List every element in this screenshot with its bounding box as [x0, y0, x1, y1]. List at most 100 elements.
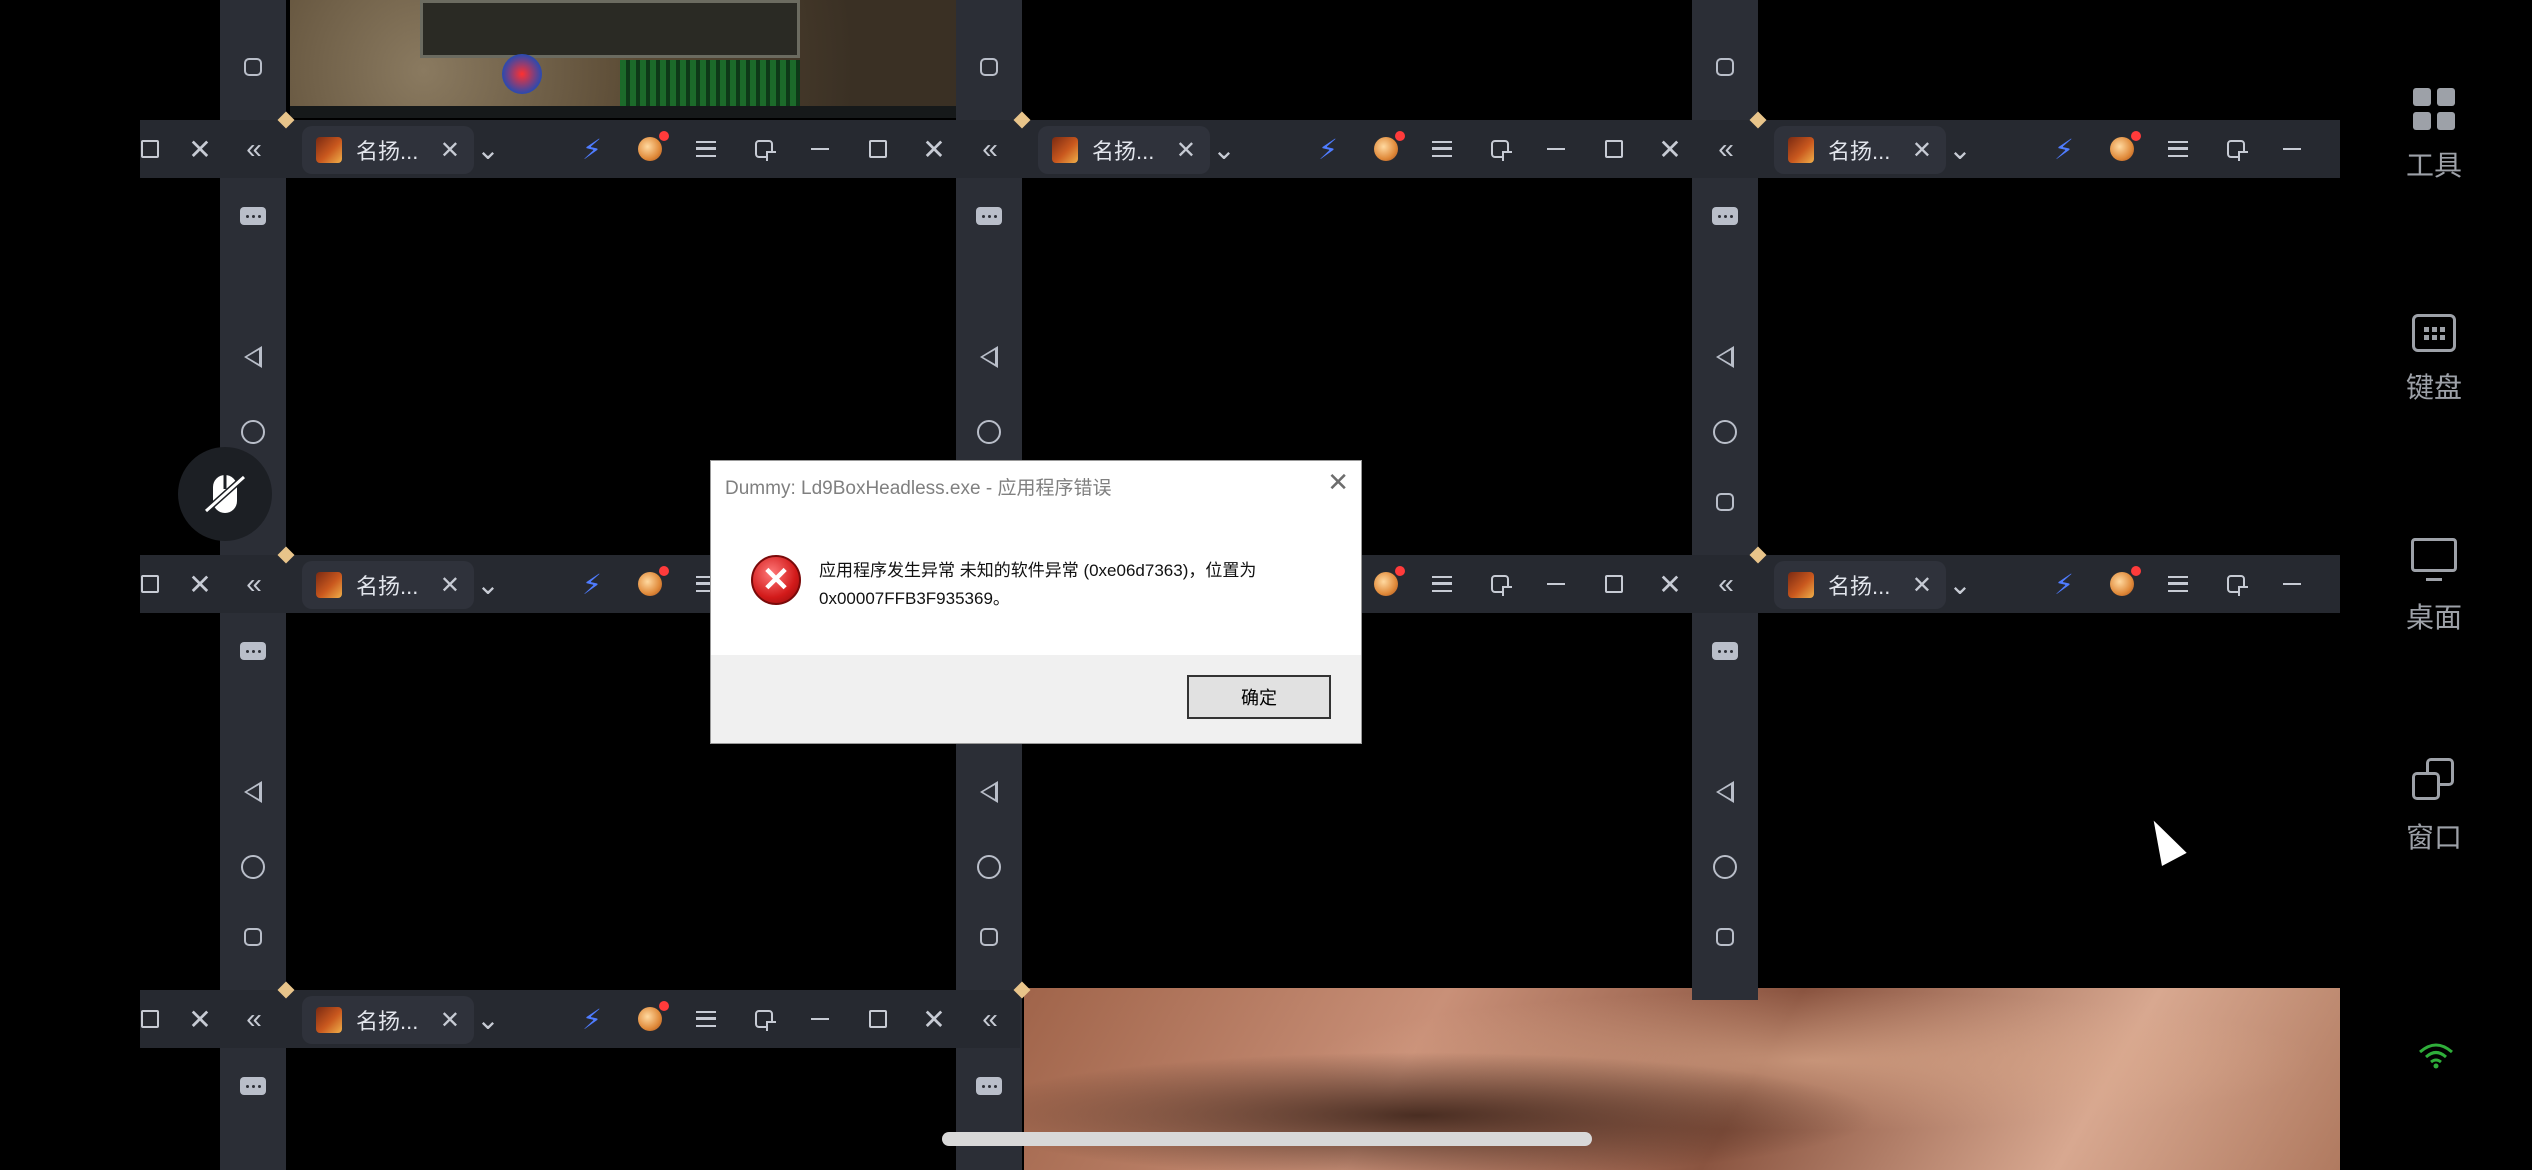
tab-close-icon[interactable]: ✕	[1912, 136, 1932, 165]
minimize-button[interactable]	[2272, 555, 2312, 613]
maximize-button[interactable]	[1594, 120, 1634, 178]
collapse-button[interactable]: «	[970, 120, 1010, 178]
collapse-button[interactable]: «	[234, 120, 274, 178]
minimize-button[interactable]	[800, 990, 840, 1048]
dialog-close-button[interactable]: ✕	[1327, 467, 1349, 498]
boost-button[interactable]: ⚡	[572, 555, 612, 613]
window-button-partial[interactable]	[130, 120, 170, 178]
home-button[interactable]	[241, 855, 265, 879]
home-button[interactable]	[1713, 420, 1737, 444]
menu-button[interactable]	[686, 120, 726, 178]
tab-instance[interactable]: 名扬... ✕	[1774, 561, 1946, 609]
recents-button[interactable]	[1716, 58, 1734, 76]
popout-button[interactable]	[2216, 555, 2256, 613]
back-button[interactable]	[244, 781, 262, 803]
boost-button[interactable]: ⚡	[1308, 120, 1348, 178]
recents-button[interactable]	[1716, 493, 1734, 511]
collapse-button[interactable]: «	[970, 990, 1010, 1048]
close-button[interactable]: ✕	[180, 990, 220, 1048]
menu-button[interactable]	[1422, 120, 1462, 178]
recents-button[interactable]	[244, 58, 262, 76]
more-button[interactable]	[240, 207, 266, 225]
tab-close-icon[interactable]: ✕	[1912, 571, 1932, 600]
recents-button[interactable]	[1716, 928, 1734, 946]
menu-button[interactable]	[1422, 555, 1462, 613]
boost-button[interactable]: ⚡	[2044, 120, 2084, 178]
more-button[interactable]	[240, 642, 266, 660]
back-button[interactable]	[1716, 346, 1734, 368]
maximize-button[interactable]	[1594, 555, 1634, 613]
popout-button[interactable]	[1480, 120, 1520, 178]
window-button-partial[interactable]	[130, 555, 170, 613]
maximize-button[interactable]	[858, 120, 898, 178]
tab-close-icon[interactable]: ✕	[440, 571, 460, 600]
tab-close-icon[interactable]: ✕	[440, 1006, 460, 1035]
tab-dropdown[interactable]: ⌄	[1940, 555, 1980, 613]
popout-button[interactable]	[1480, 555, 1520, 613]
recents-button[interactable]	[244, 928, 262, 946]
more-button[interactable]	[1712, 207, 1738, 225]
tab-dropdown[interactable]: ⌄	[1940, 120, 1980, 178]
collapse-button[interactable]: «	[234, 555, 274, 613]
boost-button[interactable]: ⚡	[2044, 555, 2084, 613]
notify-button[interactable]	[2102, 555, 2142, 613]
desktop-button[interactable]: 桌面	[2380, 538, 2488, 636]
close-button[interactable]: ✕	[180, 555, 220, 613]
tools-button[interactable]: 工具	[2380, 88, 2488, 184]
more-button[interactable]	[240, 1077, 266, 1095]
tab-dropdown[interactable]: ⌄	[1204, 120, 1244, 178]
back-button[interactable]	[980, 781, 998, 803]
notify-button[interactable]	[1366, 120, 1406, 178]
home-button[interactable]	[977, 855, 1001, 879]
tab-dropdown[interactable]: ⌄	[468, 990, 508, 1048]
back-button[interactable]	[244, 346, 262, 368]
window-button-partial[interactable]	[130, 990, 170, 1048]
minimize-button[interactable]	[2272, 120, 2312, 178]
popout-button[interactable]	[744, 990, 784, 1048]
back-button[interactable]	[1716, 781, 1734, 803]
more-button[interactable]	[976, 1077, 1002, 1095]
tab-instance[interactable]: 名扬... ✕	[302, 561, 474, 609]
minimize-button[interactable]	[800, 120, 840, 178]
notify-button[interactable]	[2102, 120, 2142, 178]
boost-button[interactable]: ⚡	[572, 120, 612, 178]
collapse-button[interactable]: «	[1706, 555, 1746, 613]
minimize-button[interactable]	[1536, 120, 1576, 178]
recents-button[interactable]	[980, 58, 998, 76]
windows-button[interactable]: 窗口	[2380, 758, 2488, 856]
notify-button[interactable]	[630, 555, 670, 613]
tab-instance[interactable]: 名扬... ✕	[1774, 126, 1946, 174]
close-button[interactable]: ✕	[1650, 555, 1690, 613]
home-button[interactable]	[241, 420, 265, 444]
recents-button[interactable]	[980, 928, 998, 946]
notify-button[interactable]	[630, 120, 670, 178]
collapse-button[interactable]: «	[234, 990, 274, 1048]
notify-button[interactable]	[630, 990, 670, 1048]
maximize-button[interactable]	[858, 990, 898, 1048]
boost-button[interactable]: ⚡	[572, 990, 612, 1048]
more-button[interactable]	[1712, 642, 1738, 660]
menu-button[interactable]	[686, 990, 726, 1048]
popout-button[interactable]	[744, 120, 784, 178]
tab-instance[interactable]: 名扬... ✕	[1038, 126, 1210, 174]
close-button[interactable]: ✕	[180, 120, 220, 178]
close-button[interactable]: ✕	[914, 990, 954, 1048]
home-button[interactable]	[977, 420, 1001, 444]
mouse-mode-button[interactable]	[178, 447, 272, 541]
popout-button[interactable]	[2216, 120, 2256, 178]
tab-close-icon[interactable]: ✕	[1176, 136, 1196, 165]
notify-button[interactable]	[1366, 555, 1406, 613]
close-button[interactable]: ✕	[1650, 120, 1690, 178]
menu-button[interactable]	[2158, 555, 2198, 613]
tab-instance[interactable]: 名扬... ✕	[302, 126, 474, 174]
minimize-button[interactable]	[1536, 555, 1576, 613]
menu-button[interactable]	[2158, 120, 2198, 178]
tab-dropdown[interactable]: ⌄	[468, 555, 508, 613]
close-button[interactable]: ✕	[914, 120, 954, 178]
tab-dropdown[interactable]: ⌄	[468, 120, 508, 178]
home-indicator[interactable]	[942, 1132, 1592, 1146]
home-button[interactable]	[1713, 855, 1737, 879]
tab-instance[interactable]: 名扬... ✕	[302, 996, 474, 1044]
tab-close-icon[interactable]: ✕	[440, 136, 460, 165]
ok-button[interactable]: 确定	[1187, 675, 1331, 719]
